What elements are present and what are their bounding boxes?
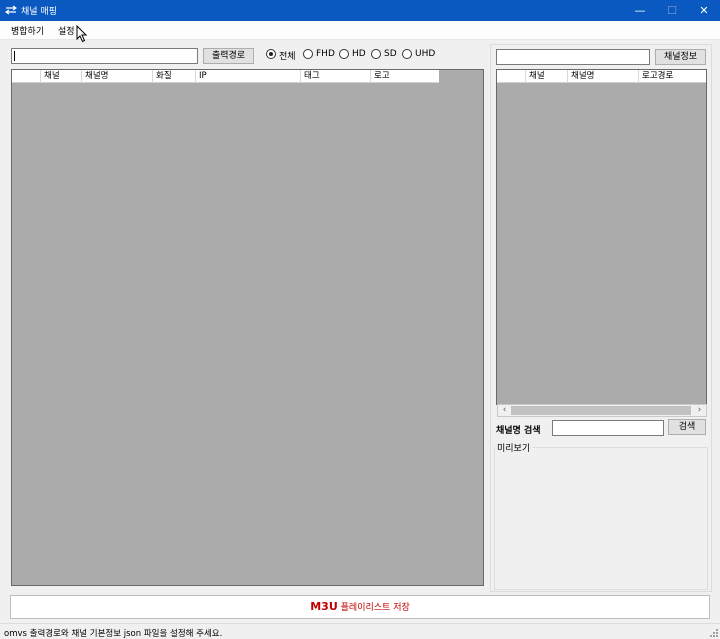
status-text: omvs 출력경로와 채널 기본정보 json 파일을 설정해 주세요. (4, 629, 223, 639)
column-ip[interactable]: IP (195, 70, 300, 83)
column-channel[interactable]: 채널 (40, 70, 81, 83)
radio-uhd-dot[interactable] (402, 49, 412, 59)
menu-settings[interactable]: 설정 (58, 24, 75, 37)
radio-fhd-label: FHD (316, 49, 335, 59)
mouse-cursor-icon (76, 25, 88, 43)
column-quality[interactable]: 화질 (152, 70, 195, 83)
channel-grid-header: 채널 채널명 화질 IP 태그 로고 (12, 70, 439, 83)
logo-column-channel[interactable]: 채널 (525, 70, 567, 83)
app-icon (5, 5, 17, 15)
save-playlist-label: 플레이리스트 저장 (340, 603, 410, 613)
channel-grid[interactable]: 채널 채널명 화질 IP 태그 로고 (11, 69, 484, 586)
logo-row-header-corner (497, 70, 525, 83)
logo-grid[interactable]: 채널 채널명 로고경로 (496, 69, 707, 405)
column-logo[interactable]: 로고 (370, 70, 439, 83)
menu-merge[interactable]: 병합하기 (11, 24, 44, 37)
logo-column-logo-path[interactable]: 로고경로 (638, 70, 706, 83)
channel-info-button[interactable]: 채널정보 (655, 49, 706, 65)
channel-info-input[interactable] (496, 49, 650, 65)
radio-hd-label: HD (352, 49, 366, 59)
resize-grip-icon[interactable] (708, 627, 718, 637)
column-channel-name[interactable]: 채널명 (81, 70, 152, 83)
maximize-button[interactable]: ☐ (656, 0, 688, 21)
save-m3u-label: M3U (310, 600, 338, 613)
output-path-input[interactable] (11, 48, 198, 64)
preview-group (494, 447, 708, 590)
radio-all-label: 전체 (279, 52, 296, 62)
output-path-button[interactable]: 출력경로 (203, 48, 254, 64)
logo-grid-header: 채널 채널명 로고경로 (497, 70, 706, 83)
text-caret (14, 51, 15, 61)
minimize-button[interactable]: — (624, 0, 656, 21)
window-title: 채널 매핑 (21, 7, 57, 17)
channel-search-input[interactable] (552, 420, 664, 436)
radio-sd-label: SD (384, 49, 397, 59)
radio-sd-dot[interactable] (371, 49, 381, 59)
scroll-left-icon[interactable]: ‹ (498, 405, 511, 416)
row-header-corner (12, 70, 40, 83)
close-button[interactable]: ✕ (688, 0, 720, 21)
menu-bar: 병합하기 설정 (0, 21, 720, 40)
status-bar: omvs 출력경로와 채널 기본정보 json 파일을 설정해 주세요. (0, 623, 720, 639)
column-tag[interactable]: 태그 (300, 70, 370, 83)
title-bar: 채널 매핑 — ☐ ✕ (0, 0, 720, 21)
radio-hd-dot[interactable] (339, 49, 349, 59)
search-button[interactable]: 검색 (668, 419, 706, 435)
preview-label: 미리보기 (495, 441, 533, 454)
logo-column-channel-name[interactable]: 채널명 (567, 70, 638, 83)
logo-grid-horizontal-scrollbar[interactable]: ‹ › (497, 404, 707, 417)
radio-all-dot[interactable] (266, 49, 276, 59)
channel-search-label: 채널명 검색 (496, 426, 541, 436)
scroll-thumb[interactable] (511, 406, 691, 415)
radio-uhd-label: UHD (415, 49, 436, 59)
radio-fhd-dot[interactable] (303, 49, 313, 59)
scroll-right-icon[interactable]: › (693, 405, 706, 416)
save-playlist-button[interactable]: M3U 플레이리스트 저장 (10, 595, 710, 619)
